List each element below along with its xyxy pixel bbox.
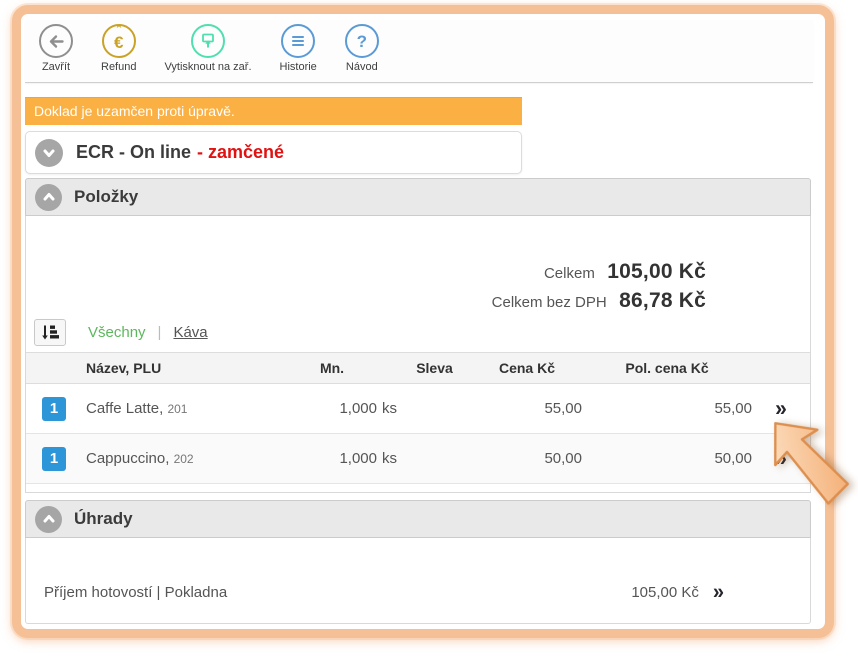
table-header: Název, PLU Mn. Sleva Cena Kč Pol. cena K… <box>26 352 810 384</box>
item-price: 55,00 <box>472 400 582 417</box>
chevron-up-icon[interactable] <box>35 184 62 211</box>
item-unit: ks <box>382 400 397 417</box>
help-icon: ? <box>345 24 379 58</box>
item-unit: ks <box>382 450 397 467</box>
toolbar-close-label: Zavřít <box>42 61 70 73</box>
qty-badge: 1 <box>42 447 66 471</box>
item-total-price: 55,00 <box>582 400 752 417</box>
history-list-icon <box>281 24 315 58</box>
payment-detail-chevron[interactable]: » <box>713 582 724 603</box>
col-header-price: Cena Kč <box>472 360 582 376</box>
filter-separator: | <box>158 324 162 341</box>
totals-block: Celkem 105,00 Kč Celkem bez DPH 86,78 Kč <box>492 258 706 316</box>
sort-button[interactable] <box>34 319 66 346</box>
item-name: Cappuccino, <box>86 450 169 467</box>
col-header-qty: Mn. <box>267 360 397 376</box>
filter-row: Všechny | Káva <box>34 319 208 346</box>
col-header-name: Název, PLU <box>86 360 267 376</box>
table-row: 1 Cappuccino, 202 1,000 ks 50,00 50,00 » <box>26 434 810 484</box>
locked-banner-text: Doklad je uzamčen proti úpravě. <box>34 103 235 119</box>
item-total-price: 50,00 <box>582 450 752 467</box>
ecr-title: ECR - On line <box>76 142 191 163</box>
page-frame: Zavřít ˆ € Refund Vytisknout na zař. <box>12 5 834 638</box>
ecr-status-locked: - zamčené <box>197 142 284 163</box>
toolbar-refund-button[interactable]: ˆ € Refund <box>101 24 136 73</box>
ecr-panel[interactable]: ECR - On line - zamčené <box>25 131 522 174</box>
total-value: 105,00 Kč <box>607 260 706 283</box>
chevron-down-icon[interactable] <box>35 139 63 167</box>
toolbar: Zavřít ˆ € Refund Vytisknout na zař. <box>25 20 813 83</box>
items-section-body: Celkem 105,00 Kč Celkem bez DPH 86,78 Kč… <box>25 216 811 493</box>
refund-euro-icon: ˆ € <box>102 24 136 58</box>
locked-banner: Doklad je uzamčen proti úpravě. <box>25 97 522 125</box>
total-net-value: 86,78 Kč <box>619 289 706 312</box>
toolbar-help-label: Návod <box>346 61 378 73</box>
toolbar-print-label: Vytisknout na zař. <box>164 61 251 73</box>
item-price: 50,00 <box>472 450 582 467</box>
row-detail-chevron[interactable]: » <box>752 447 810 469</box>
payment-amount: 105,00 Kč <box>631 584 699 601</box>
total-net-label: Celkem bez DPH <box>492 294 607 311</box>
item-plu: 201 <box>167 402 187 416</box>
toolbar-history-button[interactable]: Historie <box>280 24 317 73</box>
payments-section-title: Úhrady <box>74 509 133 529</box>
items-section-header[interactable]: Položky <box>25 178 811 216</box>
toolbar-refund-label: Refund <box>101 61 136 73</box>
col-header-discount: Sleva <box>397 360 472 376</box>
total-label: Celkem <box>544 265 595 282</box>
payment-row: Příjem hotovostí | Pokladna 105,00 Kč » <box>26 574 810 610</box>
filter-all-link[interactable]: Všechny <box>88 324 146 341</box>
print-to-device-icon <box>191 24 225 58</box>
qty-badge: 1 <box>42 397 66 421</box>
item-plu: 202 <box>174 452 194 466</box>
chevron-up-icon[interactable] <box>35 506 62 533</box>
payment-method-label: Příjem hotovostí | Pokladna <box>44 584 631 601</box>
item-qty: 1,000 <box>339 400 377 417</box>
sort-amount-icon <box>40 323 60 342</box>
row-detail-chevron[interactable]: » <box>752 397 810 419</box>
table-row: 1 Caffe Latte, 201 1,000 ks 55,00 55,00 » <box>26 384 810 434</box>
toolbar-history-label: Historie <box>280 61 317 73</box>
item-name: Caffe Latte, <box>86 400 163 417</box>
back-arrow-icon <box>39 24 73 58</box>
toolbar-print-button[interactable]: Vytisknout na zař. <box>164 24 251 73</box>
items-section-title: Položky <box>74 187 138 207</box>
filter-category-link[interactable]: Káva <box>173 324 207 341</box>
toolbar-close-button[interactable]: Zavřít <box>39 24 73 73</box>
payments-section-header[interactable]: Úhrady <box>25 500 811 538</box>
col-header-item-price: Pol. cena Kč <box>582 360 752 376</box>
toolbar-help-button[interactable]: ? Návod <box>345 24 379 73</box>
item-qty: 1,000 <box>339 450 377 467</box>
payments-section-body: Příjem hotovostí | Pokladna 105,00 Kč » <box>25 538 811 624</box>
